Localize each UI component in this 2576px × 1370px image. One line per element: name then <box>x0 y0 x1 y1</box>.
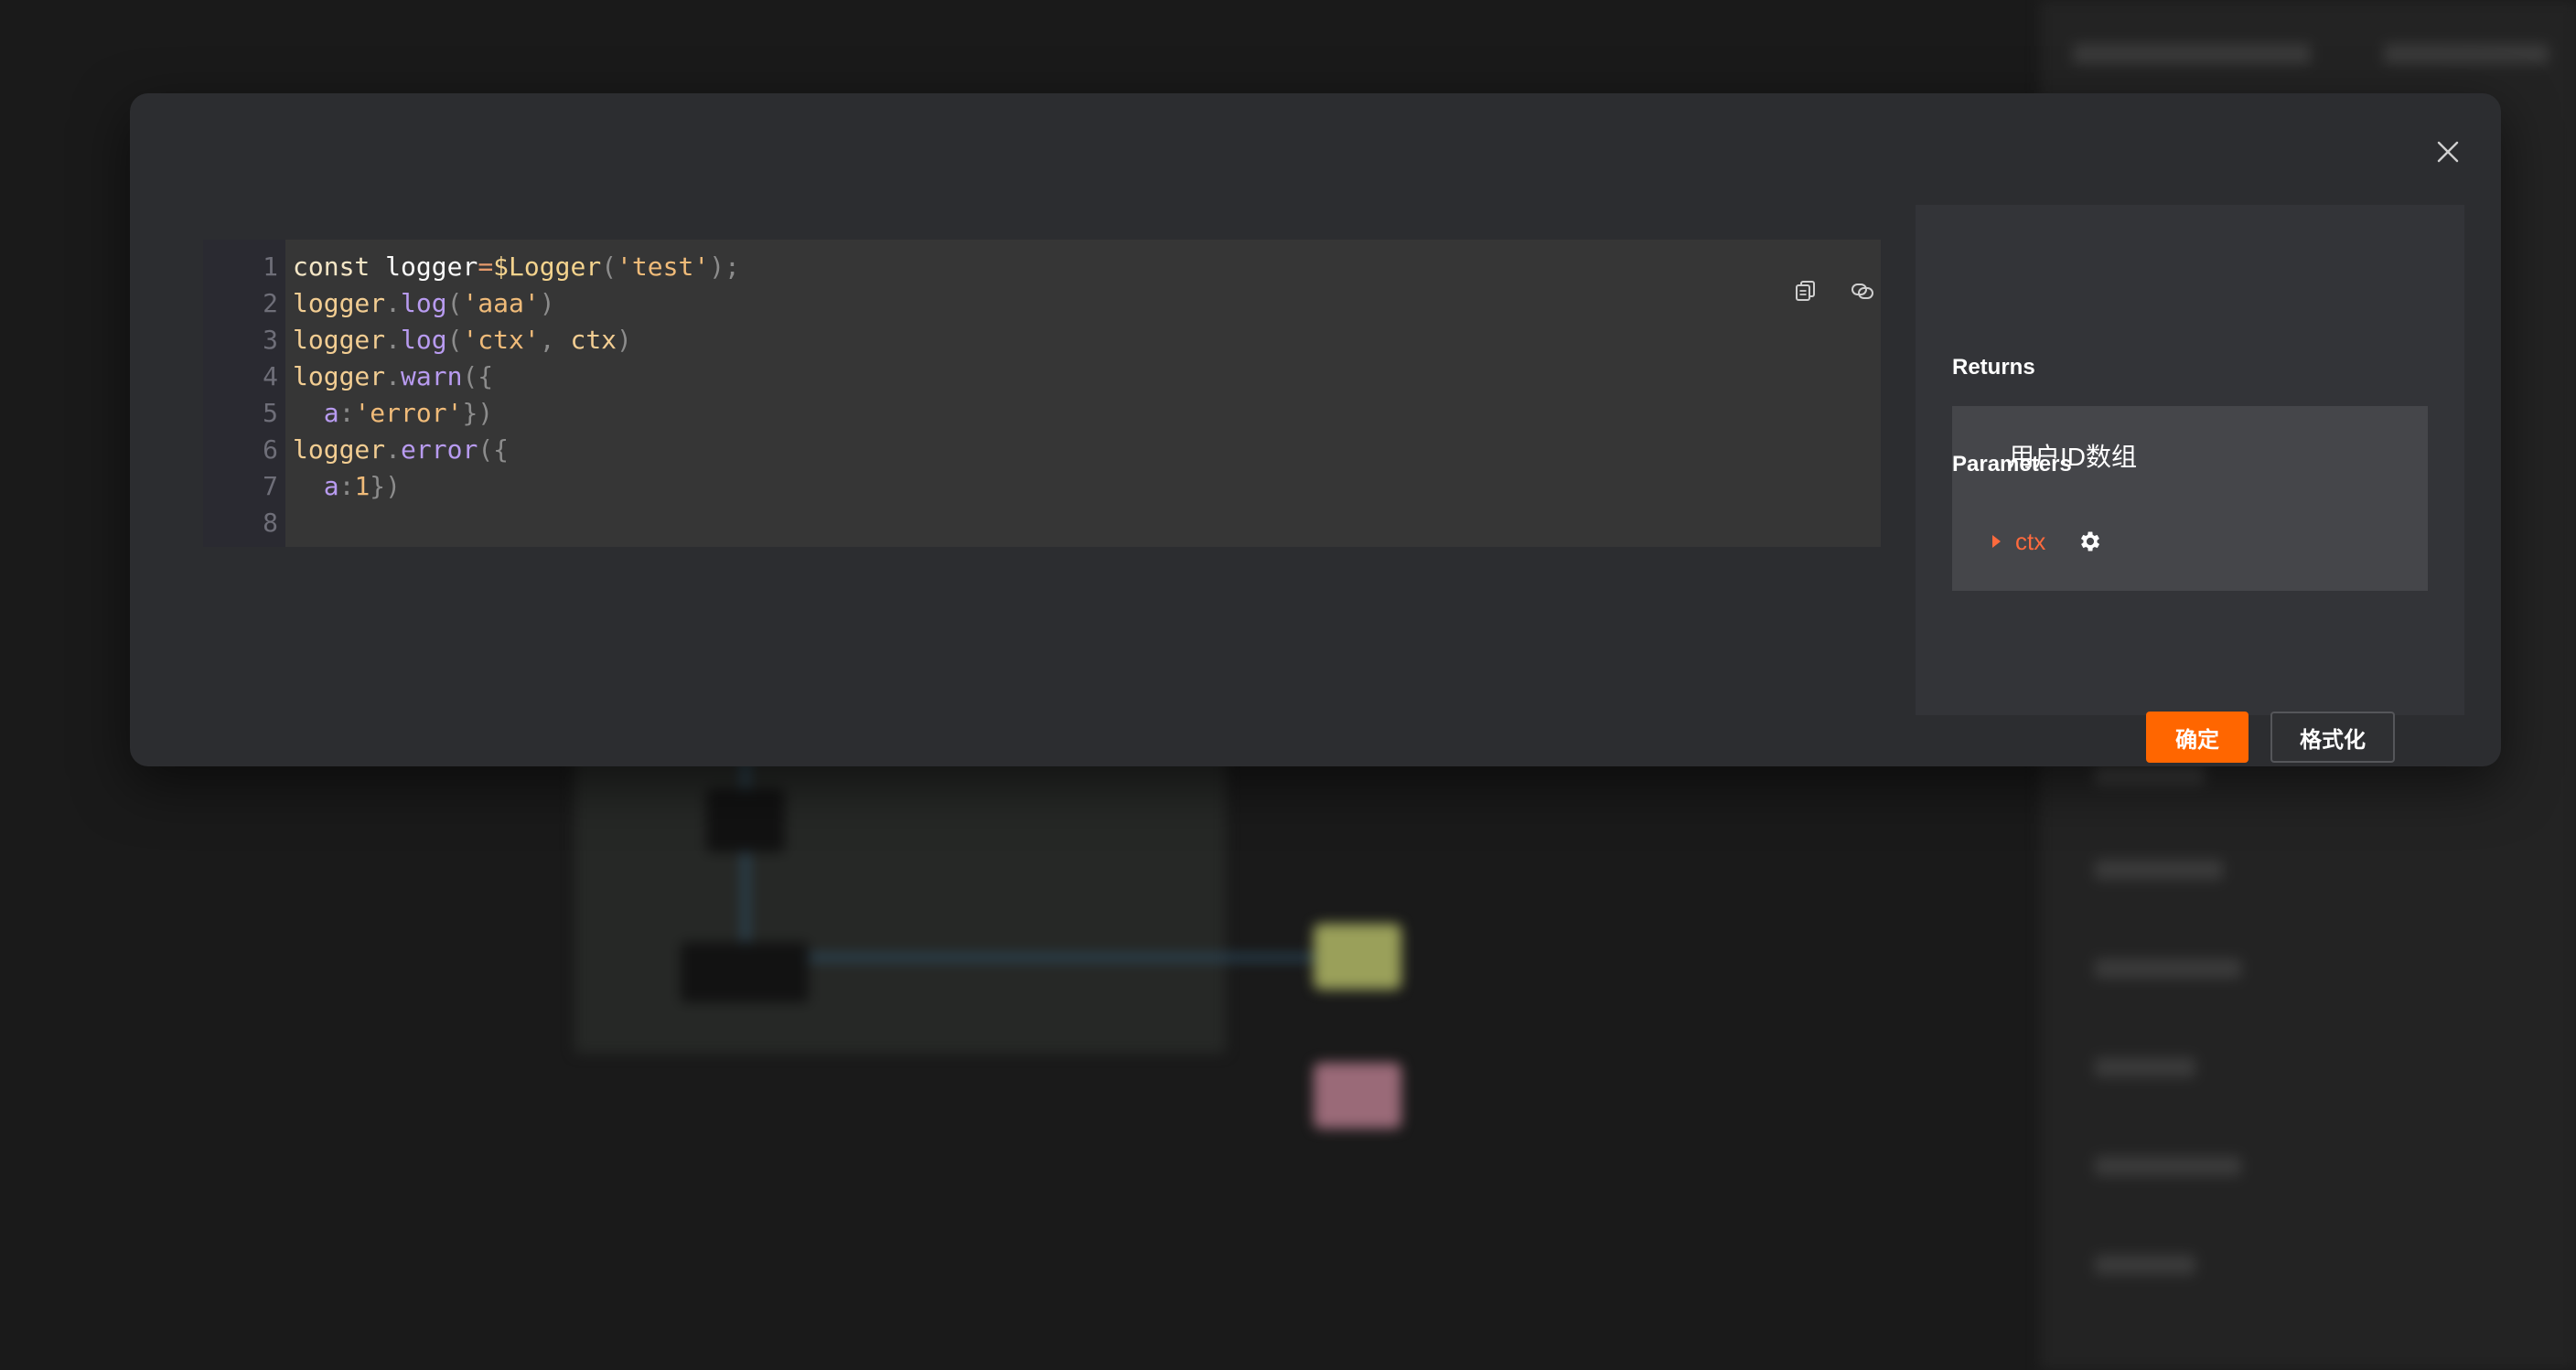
gear-icon <box>2081 531 2100 551</box>
line-number-gutter: 1 2 3 4 5 6 7 8 <box>203 240 285 547</box>
code-token: 'aaa' <box>462 288 540 318</box>
code-token: log <box>401 325 447 355</box>
confirm-button[interactable]: 确定 <box>2146 712 2249 763</box>
code-token: log <box>401 288 447 318</box>
background-canvas-area <box>574 732 1226 1054</box>
code-editor-modal: 12345678 const logger=$Logger('test'); lo… <box>130 93 2501 766</box>
code-token: }) <box>370 471 402 501</box>
parameter-item[interactable]: ctx <box>1992 525 2104 558</box>
code-token: ( <box>446 288 463 318</box>
close-icon <box>2437 141 2459 163</box>
code-editor[interactable]: 12345678 const logger=$Logger('test'); lo… <box>203 240 1881 547</box>
code-token: : <box>338 471 355 501</box>
line-number: 8 <box>263 508 278 538</box>
code-token: $Logger <box>493 252 602 282</box>
code-token: ); <box>709 252 740 282</box>
code-token: , <box>539 325 571 355</box>
background-node <box>706 788 785 852</box>
code-token: 'test' <box>617 252 710 282</box>
code-token: . <box>385 288 402 318</box>
line-number: 6 <box>263 434 278 465</box>
code-token: . <box>385 325 402 355</box>
copy-icon <box>1796 281 1815 301</box>
code-token: 1 <box>354 471 370 501</box>
code-token: ({ <box>478 434 510 465</box>
code-token: ( <box>446 325 463 355</box>
copy-button[interactable] <box>1787 273 1824 309</box>
code-token: a <box>323 471 339 501</box>
code-token: }) <box>462 398 494 428</box>
code-token: logger <box>293 288 386 318</box>
code-line: logger.log('aaa') <box>293 285 1881 322</box>
background-node <box>681 942 809 1002</box>
code-token: . <box>385 361 402 391</box>
line-number: 3 <box>263 325 278 355</box>
code-token: ) <box>617 325 632 355</box>
parameter-settings-button[interactable] <box>2077 528 2104 555</box>
line-number: 7 <box>263 471 278 501</box>
code-token: 'error' <box>354 398 463 428</box>
parameters-label: Parameters <box>1952 452 2072 476</box>
code-token: ) <box>539 288 555 318</box>
line-number: 4 <box>263 361 278 391</box>
code-token: error <box>401 434 478 465</box>
returns-label: Returns <box>1952 355 2035 380</box>
line-number: 5 <box>263 398 278 428</box>
code-token: ({ <box>462 361 494 391</box>
code-token: a <box>323 398 339 428</box>
code-token: . <box>385 434 402 465</box>
background-node-yellow <box>1314 924 1401 990</box>
code-line: logger.error({ <box>293 432 1881 468</box>
link-icon <box>1852 284 1873 299</box>
code-token: logger <box>293 434 386 465</box>
code-token: ctx <box>570 325 617 355</box>
code-token: 'ctx' <box>462 325 540 355</box>
link-button[interactable] <box>1844 273 1881 309</box>
caret-right-icon[interactable] <box>1992 535 2001 548</box>
code-token: = <box>478 252 494 282</box>
code-token: warn <box>401 361 463 391</box>
parameters-field: ctx <box>1952 492 2428 591</box>
code-token: logger <box>385 252 478 282</box>
code-text-area[interactable]: const logger=$Logger('test'); logger.log(… <box>285 240 1881 547</box>
parameter-name: ctx <box>2015 527 2046 555</box>
code-token: logger <box>293 325 386 355</box>
function-info-panel: Returns 用户ID数组 Parameters ctx 确定 格式化 <box>1916 205 2464 763</box>
code-token: logger <box>293 361 386 391</box>
code-token: ( <box>601 252 617 282</box>
background-node-pink <box>1314 1063 1401 1129</box>
code-line: a:1}) <box>293 468 1881 505</box>
background-connector <box>743 852 748 944</box>
line-number: 1 <box>263 252 278 282</box>
code-token: const <box>293 252 386 282</box>
line-number: 2 <box>263 288 278 318</box>
code-line: const logger=$Logger('test'); <box>293 249 1881 285</box>
code-line: logger.warn({ <box>293 359 1881 395</box>
background-connector <box>809 955 1315 960</box>
code-line: logger.log('ctx', ctx) <box>293 322 1881 359</box>
code-token: : <box>338 398 355 428</box>
format-button[interactable]: 格式化 <box>2270 712 2395 763</box>
code-line: a:'error'}) <box>293 395 1881 432</box>
close-button[interactable] <box>2431 135 2464 168</box>
